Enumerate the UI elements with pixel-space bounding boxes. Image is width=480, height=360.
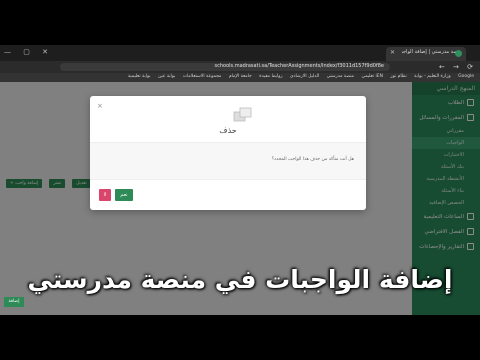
copy-icon xyxy=(233,107,252,122)
bookmark-item[interactable]: مجموعة الاستعلامات xyxy=(183,74,222,79)
cancel-button[interactable]: لا xyxy=(99,189,111,201)
dialog-body: هل أنت متأكد من حذف هذا الواجب المحدد؟ xyxy=(90,142,366,180)
favicon-icon xyxy=(455,50,462,57)
url-input[interactable]: schools.madrasati.sa/TeacherAssignments/… xyxy=(60,63,390,71)
bookmark-item[interactable]: بوابة عين xyxy=(158,74,175,79)
bookmark-item[interactable]: بوابة تعليمية xyxy=(128,74,151,79)
bookmark-item[interactable]: الدليل الارشادي xyxy=(290,74,319,79)
browser-tab[interactable]: ✕ منصة مدرستي | إضافة الواجبات xyxy=(386,47,466,61)
dialog-title: حذف xyxy=(219,126,237,135)
bookmark-item[interactable]: وزارة التعليم - بوابة xyxy=(414,74,451,79)
bookmark-item[interactable]: نظام نور xyxy=(390,74,406,79)
window-controls[interactable]: — ▢ ✕ xyxy=(4,48,53,56)
close-icon[interactable]: × xyxy=(97,102,103,110)
url-text: schools.madrasati.sa/TeacherAssignments/… xyxy=(214,63,384,69)
video-caption: إضافة الواجبات في منصة مدرستي xyxy=(27,265,453,294)
bookmark-item[interactable]: روابط مفيدة xyxy=(259,74,282,79)
corner-add-button[interactable]: إضافة xyxy=(4,297,24,307)
dialog-message: هل أنت متأكد من حذف هذا الواجب المحدد؟ xyxy=(271,157,354,162)
tab-bar: — ▢ ✕ ✕ منصة مدرستي | إضافة الواجبات xyxy=(0,45,480,61)
navigation-icons[interactable]: ← → ⟳ xyxy=(439,63,476,71)
bookmark-item[interactable]: منصة مدرستي xyxy=(327,74,354,79)
bookmark-item[interactable]: iEN تعليمي xyxy=(361,74,383,79)
bookmarks-bar: Google وزارة التعليم - بوابة نظام نور iE… xyxy=(0,73,480,82)
address-bar: ← → ⟳ schools.madrasati.sa/TeacherAssign… xyxy=(0,61,480,73)
close-icon[interactable]: ✕ xyxy=(390,49,395,56)
bookmark-item[interactable]: Google xyxy=(458,74,474,79)
delete-confirm-dialog: × حذف هل أنت متأكد من حذف هذا الواجب الم… xyxy=(90,96,366,210)
bookmark-item[interactable]: جامعة الإمام xyxy=(229,74,252,79)
confirm-button[interactable]: نعم xyxy=(115,189,133,201)
tab-title: منصة مدرستي | إضافة الواجبات xyxy=(402,49,462,55)
